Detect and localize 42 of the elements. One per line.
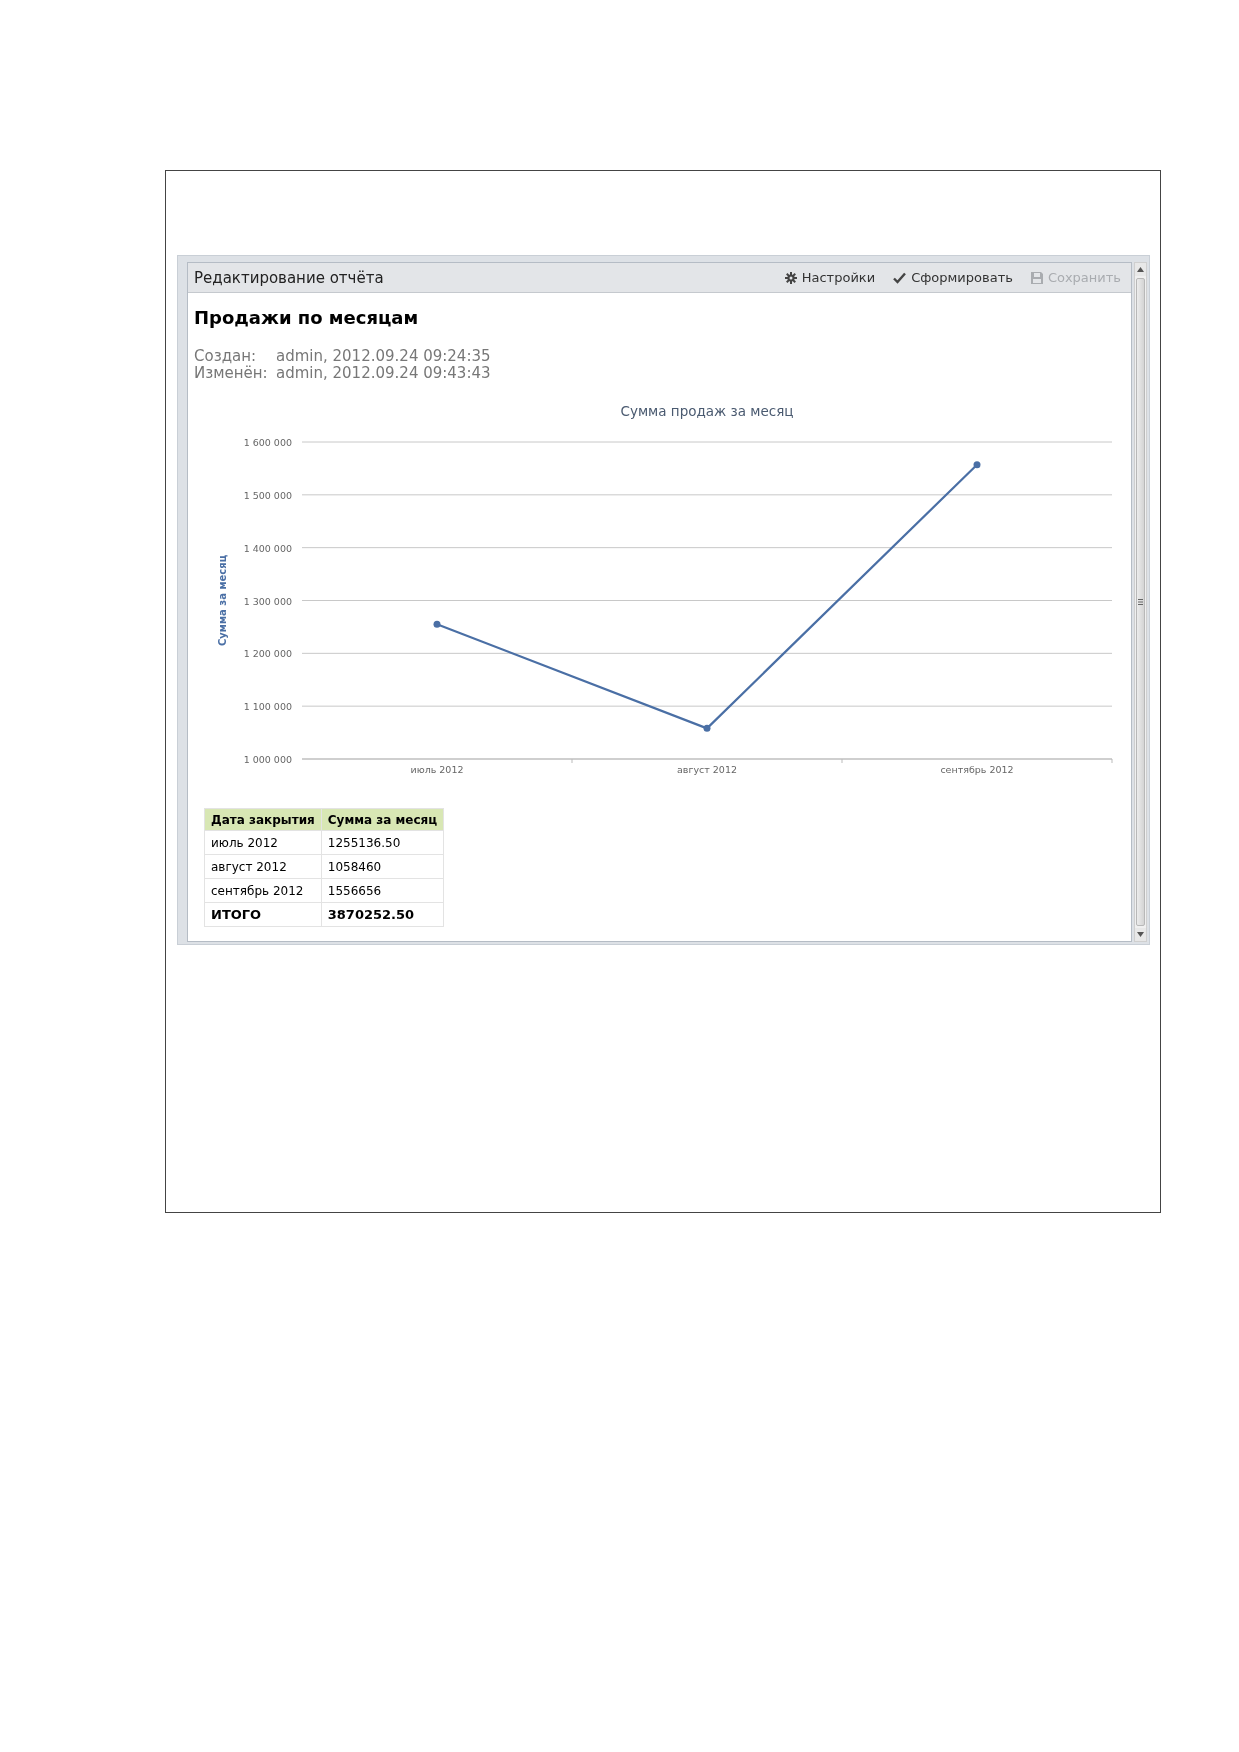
x-tick-label: сентябрь 2012 [940,764,1014,775]
panel-title: Редактирование отчёта [194,268,384,287]
scrollbar[interactable] [1134,262,1147,942]
total-cell: 3870252.50 [321,902,444,927]
down-arrow-icon [1137,932,1144,937]
up-arrow-icon [1137,267,1144,272]
y-tick-label: 1 600 000 [243,437,292,448]
total-cell: ИТОГО [204,902,322,927]
column-header: Сумма за месяц [321,808,444,831]
scroll-up-button[interactable] [1135,263,1146,276]
y-tick-label: 1 500 000 [243,489,292,501]
report-title: Продажи по месяцам [194,307,420,328]
toolbar-button[interactable]: Сформировать [893,270,1013,285]
meta-label: Изменён: [194,365,269,382]
y-tick-label: 1 300 000 [243,595,292,607]
chart-title: Сумма продаж за месяц [620,403,794,419]
table-cell: 1255136.50 [321,830,444,855]
gear-icon [784,271,797,284]
y-tick-label: 1 200 000 [243,648,292,660]
y-tick-label: 1 000 000 [243,754,292,765]
table-cell: 1058460 [321,854,444,879]
checkmark-icon [893,271,907,284]
y-tick-label: 1 100 000 [243,701,292,713]
meta-value: admin, 2012.09.24 09:24:35 [276,347,491,365]
table-cell: июль 2012 [204,830,322,855]
data-point [703,724,711,732]
toolbar-button[interactable]: Настройки [784,270,876,285]
x-tick-label: июль 2012 [410,764,464,775]
y-axis-label: Сумма за месяц [217,554,228,647]
scroll-thumb[interactable] [1136,278,1145,926]
data-point [973,461,981,469]
table-cell: август 2012 [204,854,322,879]
table-cell: сентябрь 2012 [204,878,322,903]
data-point [433,620,441,628]
meta-label: Создан: [194,348,258,365]
y-tick-label: 1 400 000 [243,542,292,554]
grip-icon [1138,599,1143,605]
table-cell: 1556656 [321,878,444,903]
meta-value: admin, 2012.09.24 09:43:43 [276,364,491,382]
scroll-down-button[interactable] [1135,928,1146,941]
column-header: Дата закрытия [204,808,322,831]
x-tick-label: август 2012 [677,764,737,775]
